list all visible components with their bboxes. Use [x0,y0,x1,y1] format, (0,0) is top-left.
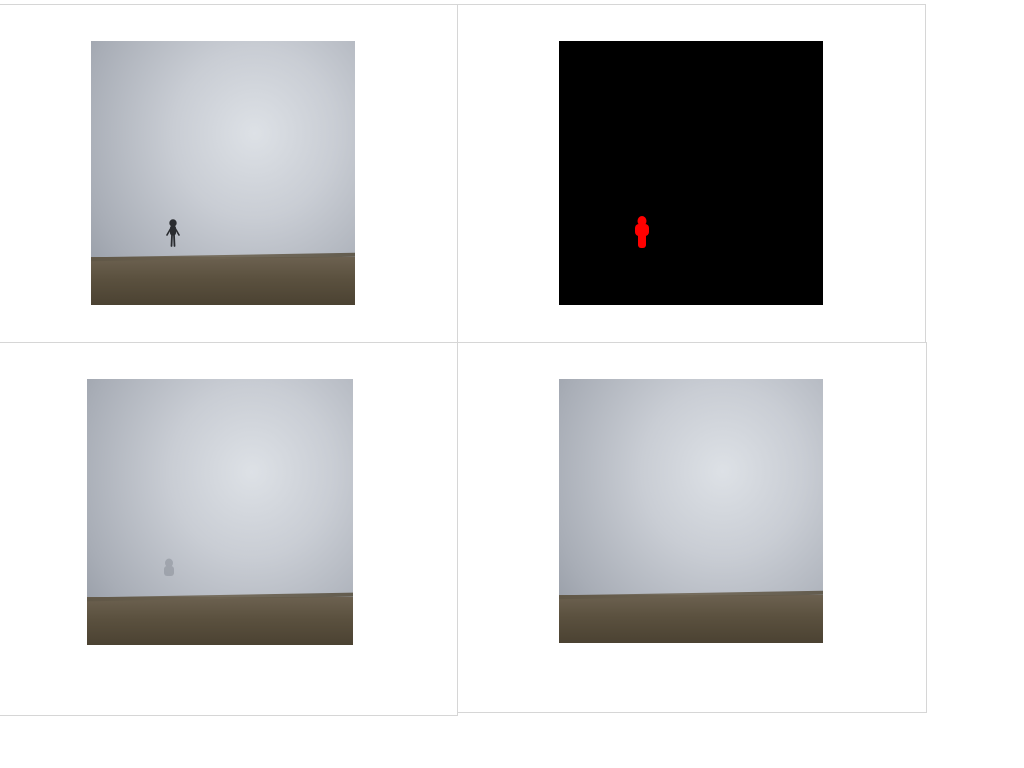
segmentation-mask [559,41,823,305]
person-figure [166,219,180,247]
panel-original [0,4,458,344]
inpainted-photo-remnant [87,379,353,645]
inpainted-photo-clean [559,379,823,643]
grass-field [559,595,823,643]
panel-mask [457,4,926,344]
panel-inpainted-clean [457,342,927,713]
faint-remnant [164,558,174,576]
original-photo [91,41,355,305]
panel-inpainted-remnant [0,342,458,716]
mask-region [635,216,649,248]
image-grid [0,0,1024,768]
